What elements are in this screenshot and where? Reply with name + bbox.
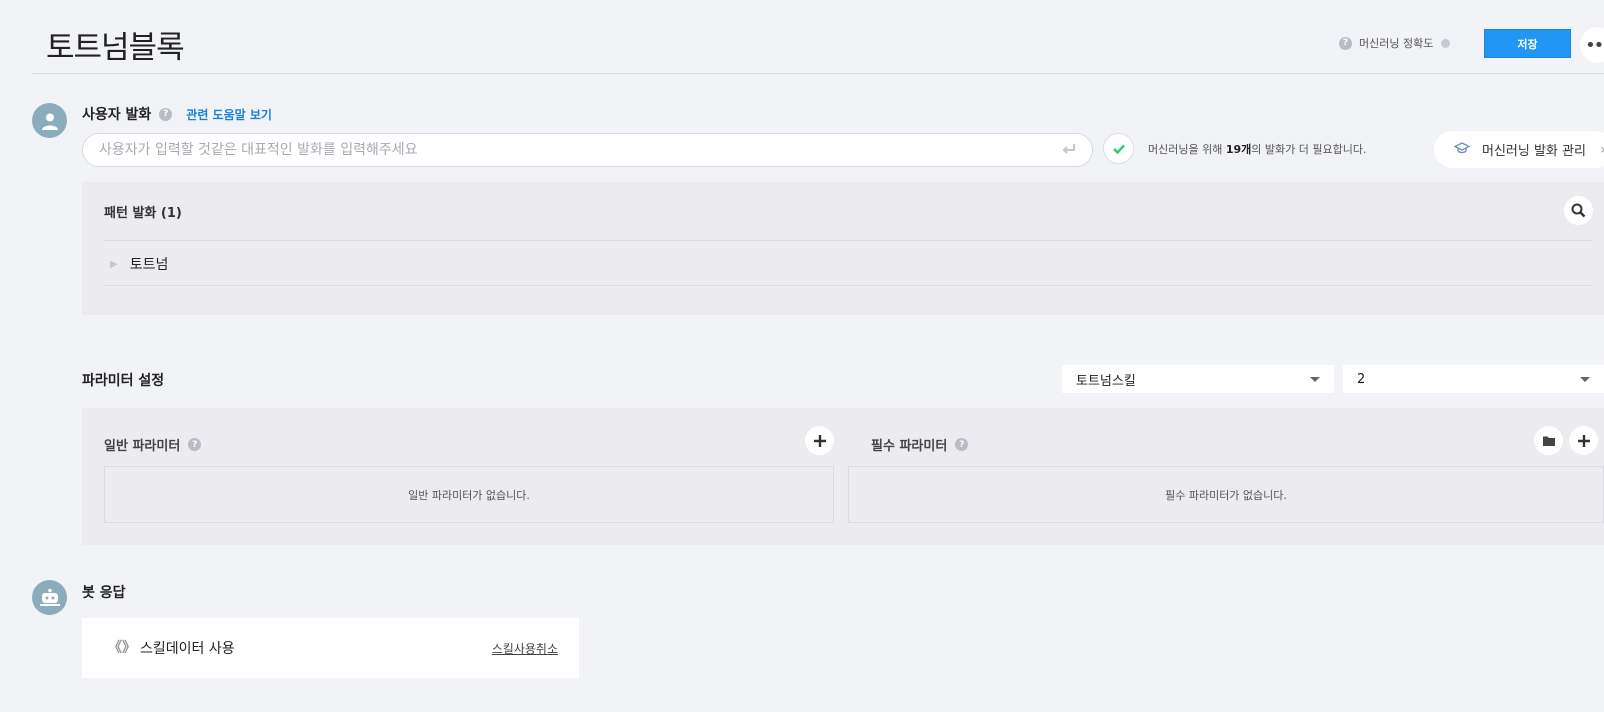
enter-icon[interactable]	[1056, 139, 1082, 161]
ml-notice-prefix: 머신러닝을 위해	[1148, 143, 1226, 156]
search-icon[interactable]	[1564, 196, 1593, 225]
chevron-down-icon	[1580, 376, 1590, 382]
cancel-skill-link[interactable]: 스킬사용취소	[492, 640, 558, 657]
code-brackets-icon: 《》	[108, 640, 136, 656]
ml-notice-count: 19개	[1225, 143, 1252, 156]
pattern-list-item[interactable]: ▶ 토트넘	[110, 254, 168, 274]
related-help-link[interactable]: 관련 도움말 보기	[186, 106, 272, 123]
number-select[interactable]: 2	[1343, 365, 1604, 393]
skill-data-label: 스킬데이터 사용	[140, 641, 235, 657]
utterance-input[interactable]	[82, 133, 1093, 167]
ml-utterance-manage-button[interactable]: 머신러닝 발화 관리 ›	[1434, 131, 1604, 168]
help-icon[interactable]: ?	[188, 438, 202, 451]
chevron-right-icon: ›	[1600, 142, 1604, 158]
caret-right-icon: ▶	[110, 258, 118, 270]
number-select-value: 2	[1357, 371, 1366, 387]
skill-select-value: 토트넘스킬	[1076, 373, 1136, 389]
save-button[interactable]: 저장	[1484, 29, 1571, 58]
required-parameter-header: 필수 파라미터 ?	[871, 435, 969, 454]
add-required-parameter-button[interactable]	[1569, 426, 1598, 455]
general-parameter-empty: 일반 파라미터가 없습니다.	[104, 466, 834, 523]
general-parameter-header: 일반 파라미터 ?	[104, 435, 202, 454]
required-parameter-empty: 필수 파라미터가 없습니다.	[848, 466, 1604, 523]
ml-notice-suffix: 의 발화가 더 필요합니다.	[1251, 143, 1367, 156]
user-utterance-label: 사용자 발화	[82, 107, 152, 123]
page-title: 토트넘블록	[46, 30, 185, 66]
general-parameter-label: 일반 파라미터	[104, 439, 181, 454]
skill-select[interactable]: 토트넘스킬	[1062, 365, 1334, 393]
help-icon[interactable]: ?	[1339, 36, 1352, 50]
parameter-settings-title: 파라미터 설정	[82, 373, 165, 389]
ml-manage-label: 머신러닝 발화 관리	[1482, 144, 1586, 159]
bot-avatar-icon	[32, 580, 67, 615]
help-icon[interactable]: ?	[159, 107, 173, 121]
help-icon[interactable]: ?	[955, 438, 969, 451]
check-icon	[1103, 133, 1134, 164]
status-dot-icon	[1441, 38, 1451, 48]
header-divider	[32, 73, 1604, 74]
chevron-down-icon	[1310, 376, 1320, 382]
graduation-cap-icon	[1453, 141, 1471, 158]
pattern-item-label: 토트넘	[129, 257, 169, 273]
skill-data-card: 《》 스킬데이터 사용 스킬사용취소	[82, 618, 579, 678]
ml-accuracy: ? 머신러닝 정확도	[1339, 35, 1451, 51]
divider	[104, 285, 1592, 286]
user-utterance-header: 사용자 발화 ? 관련 도움말 보기	[82, 104, 272, 124]
user-avatar-icon	[32, 103, 67, 138]
add-general-parameter-button[interactable]	[805, 426, 834, 455]
required-parameter-label: 필수 파라미터	[871, 439, 948, 454]
divider	[104, 240, 1592, 241]
bot-response-label: 봇 응답	[82, 585, 126, 601]
pattern-utterance-title: 패턴 발화 (1)	[104, 206, 182, 221]
ml-notice: 머신러닝을 위해 19개의 발화가 더 필요합니다.	[1148, 141, 1366, 157]
folder-icon[interactable]	[1534, 426, 1563, 455]
pattern-utterance-panel	[82, 182, 1604, 315]
more-options-button[interactable]: •••	[1580, 27, 1604, 63]
ml-accuracy-label: 머신러닝 정확도	[1359, 37, 1434, 50]
